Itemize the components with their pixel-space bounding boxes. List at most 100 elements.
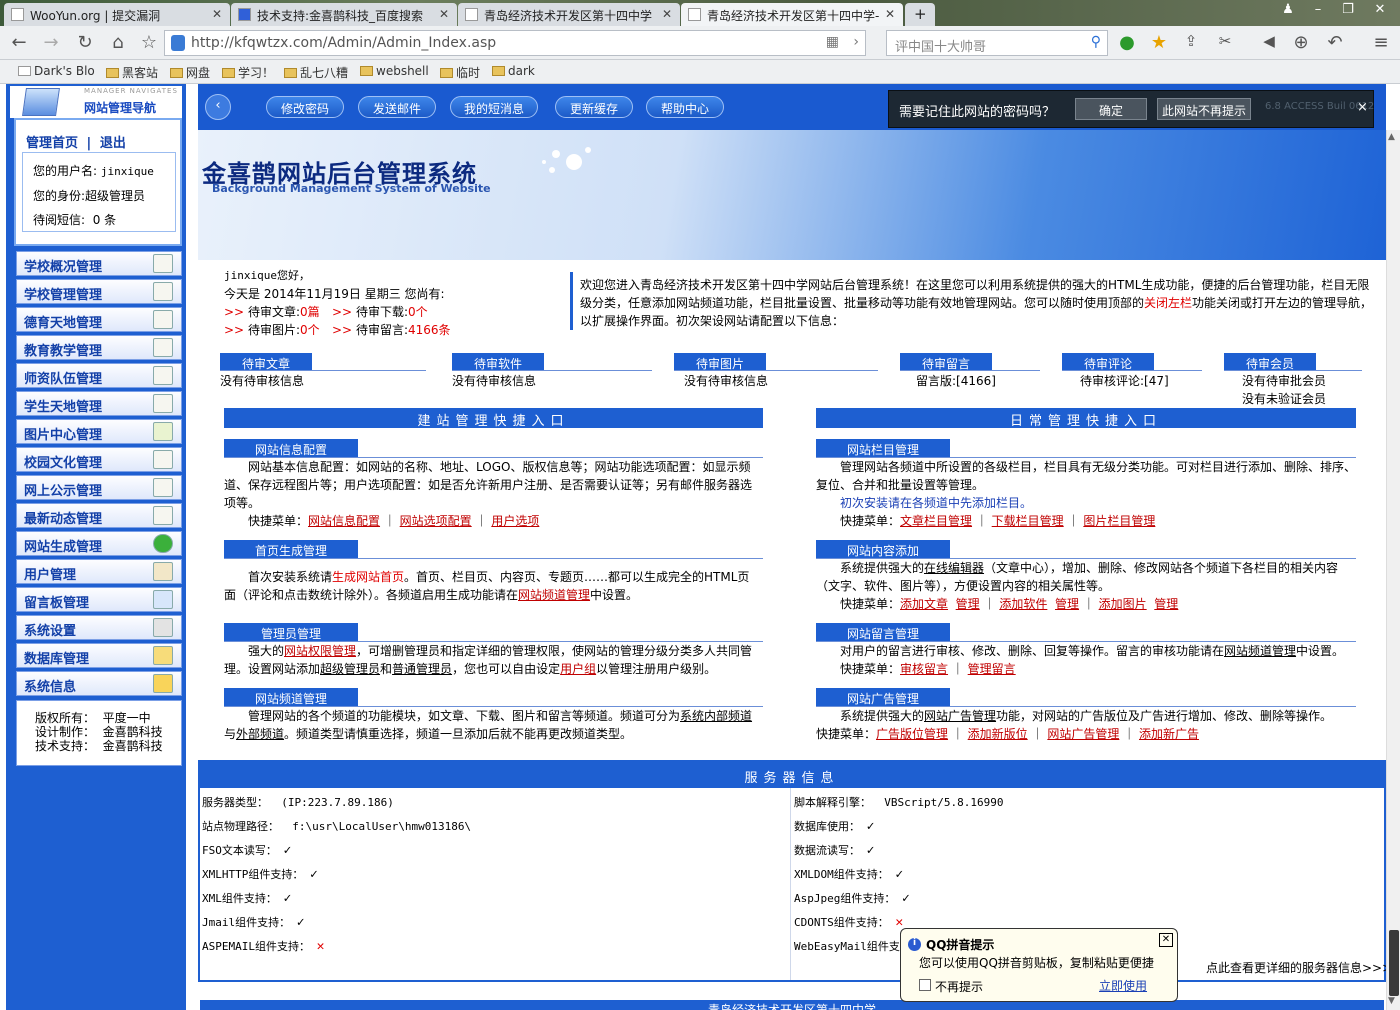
favorite-icon[interactable]: ★	[1148, 32, 1170, 53]
help-center-button[interactable]: 帮助中心	[646, 96, 724, 118]
pending-comments-text[interactable]: 待审核评论:[47]	[1080, 372, 1169, 390]
manage-software-link[interactable]: 管理	[1055, 597, 1079, 611]
menu-site-generate[interactable]: 网站生成管理	[16, 531, 182, 556]
bookmark-folder[interactable]: 黑客站	[106, 64, 158, 81]
search-input[interactable]: 评中国十大帅哥 ⚲	[886, 30, 1108, 56]
scroll-up-icon[interactable]: ▲	[1388, 132, 1395, 142]
forward-icon[interactable]: →	[40, 32, 62, 53]
dont-show-checkbox[interactable]	[919, 979, 931, 991]
add-slot-link[interactable]: 添加新版位	[968, 727, 1028, 741]
user-options-link[interactable]: 用户选项	[491, 514, 539, 528]
tab-baidu[interactable]: 技术支持:金喜鹊科技_百度搜索 ✕	[231, 3, 457, 26]
add-image-link[interactable]: 添加图片	[1099, 597, 1147, 611]
image-column-link[interactable]: 图片栏目管理	[1083, 514, 1155, 528]
bookmark-folder[interactable]: webshell	[360, 64, 429, 78]
my-messages-button[interactable]: 我的短消息	[450, 96, 538, 118]
bookmark-folder[interactable]: 学习！	[222, 64, 274, 81]
normal-admin-link[interactable]: 普通管理员	[392, 662, 452, 676]
undo-icon[interactable]: ↶	[1324, 32, 1346, 53]
close-icon[interactable]: ✕	[439, 7, 449, 21]
external-channel-link[interactable]: 外部频道	[236, 727, 284, 741]
menu-pictures[interactable]: 图片中心管理	[16, 419, 182, 444]
chat-icon[interactable]: ●	[1116, 32, 1138, 53]
menu-school-overview[interactable]: 学校概况管理	[16, 251, 182, 276]
change-password-button[interactable]: 修改密码	[266, 96, 344, 118]
user-group-link[interactable]: 用户组	[560, 662, 596, 676]
logout-link[interactable]: 退出	[100, 136, 126, 151]
pending-guestbook-text[interactable]: 留言版:[4166]	[916, 372, 996, 390]
menu-school-manage[interactable]: 学校管理管理	[16, 279, 182, 304]
user-icon[interactable]: ♟	[1274, 2, 1302, 22]
menu-system-info[interactable]: 系统信息	[16, 671, 182, 696]
send-mail-button[interactable]: 发送邮件	[358, 96, 436, 118]
menu-news[interactable]: 最新动态管理	[16, 503, 182, 528]
article-column-link[interactable]: 文章栏目管理	[900, 514, 972, 528]
home-icon[interactable]: ⌂	[107, 32, 129, 53]
close-window-icon[interactable]: ✕	[1366, 2, 1394, 22]
search-icon[interactable]: ⚲	[1091, 34, 1101, 50]
collapse-sidebar-button[interactable]: ‹	[205, 94, 231, 120]
menu-public-notice[interactable]: 网上公示管理	[16, 475, 182, 500]
scissors-icon[interactable]: ✂	[1214, 32, 1236, 50]
tab-school-active[interactable]: 青岛经济技术开发区第十四中学- ✕	[681, 3, 903, 26]
reload-icon[interactable]: ↻	[74, 32, 96, 53]
menu-users[interactable]: 用户管理	[16, 559, 182, 584]
menu-settings[interactable]: 系统设置	[16, 615, 182, 640]
add-ad-link[interactable]: 添加新广告	[1139, 727, 1199, 741]
close-icon[interactable]: ✕	[212, 7, 222, 21]
manage-message-link[interactable]: 管理留言	[968, 662, 1016, 676]
manage-article-link[interactable]: 管理	[956, 597, 980, 611]
manage-image-link[interactable]: 管理	[1154, 597, 1178, 611]
address-bar[interactable]: http://kfqwtzx.com/Admin/Admin_Index.asp…	[164, 30, 866, 56]
channel-link[interactable]: 网站频道管理	[1224, 644, 1296, 658]
bookmark-folder[interactable]: 临时	[440, 64, 480, 81]
ad-slot-link[interactable]: 广告版位管理	[876, 727, 948, 741]
bookmark-folder[interactable]: 乱七八糟	[284, 64, 348, 81]
admin-home-link[interactable]: 管理首页	[26, 136, 78, 151]
menu-teachers[interactable]: 师资队伍管理	[16, 363, 182, 388]
update-cache-button[interactable]: 更新缓存	[555, 96, 633, 118]
menu-teaching[interactable]: 教育教学管理	[16, 335, 182, 360]
close-icon[interactable]: ✕	[1159, 933, 1173, 947]
download-column-link[interactable]: 下载栏目管理	[992, 514, 1064, 528]
menu-campus-culture[interactable]: 校园文化管理	[16, 447, 182, 472]
review-message-link[interactable]: 审核留言	[900, 662, 948, 676]
maximize-icon[interactable]: ❐	[1334, 2, 1362, 22]
close-left-link[interactable]: 关闭左栏	[1144, 296, 1192, 310]
bookmark-folder[interactable]: 网盘	[170, 64, 210, 81]
ads-link[interactable]: 网站广告管理	[924, 709, 996, 723]
permission-link[interactable]: 网站权限管理	[284, 644, 356, 658]
bookmark-item[interactable]: Dark's Blo	[18, 64, 95, 78]
menu-icon[interactable]: ≡	[1370, 32, 1392, 53]
super-admin-link[interactable]: 超级管理员	[320, 662, 380, 676]
star-icon[interactable]: ☆	[138, 32, 160, 53]
confirm-save-button[interactable]: 确定	[1075, 98, 1147, 120]
site-options-link[interactable]: 网站选项配置	[400, 514, 472, 528]
menu-guestbook[interactable]: 留言板管理	[16, 587, 182, 612]
share-icon[interactable]: ⇪	[1180, 32, 1202, 50]
tab-school-1[interactable]: 青岛经济技术开发区第十四中学 ✕	[458, 3, 680, 26]
close-icon[interactable]: ✕	[662, 7, 672, 21]
server-detail-link[interactable]: 点此查看更详细的服务器信息>>>	[1206, 959, 1392, 977]
chevron-right-icon[interactable]: ›	[853, 34, 859, 50]
never-save-button[interactable]: 此网站不再提示	[1157, 98, 1251, 120]
site-info-link[interactable]: 网站信息配置	[308, 514, 380, 528]
scroll-thumb[interactable]	[1389, 930, 1399, 996]
minimize-icon[interactable]: –	[1304, 2, 1332, 22]
bookmark-folder[interactable]: dark	[492, 64, 535, 78]
add-article-link[interactable]: 添加文章	[900, 597, 948, 611]
close-icon[interactable]: ×	[1357, 100, 1368, 115]
menu-database[interactable]: 数据库管理	[16, 643, 182, 668]
volume-icon[interactable]: ◀	[1258, 32, 1280, 50]
ad-manage-link[interactable]: 网站广告管理	[1047, 727, 1119, 741]
qrcode-icon[interactable]: ▦	[826, 34, 839, 50]
scrollbar[interactable]: ▲ ▼	[1386, 130, 1400, 1010]
menu-moral-education[interactable]: 德育天地管理	[16, 307, 182, 332]
generate-home-link[interactable]: 生成网站首页	[332, 570, 404, 584]
back-icon[interactable]: ←	[8, 32, 30, 53]
tab-wooyun[interactable]: WooYun.org | 提交漏洞 ✕	[4, 3, 230, 26]
close-icon[interactable]: ✕	[885, 7, 895, 21]
internal-channel-link[interactable]: 系统内部频道	[680, 709, 752, 723]
editor-link[interactable]: 在线编辑器	[924, 561, 984, 575]
download-icon[interactable]: ⊕	[1290, 32, 1312, 53]
